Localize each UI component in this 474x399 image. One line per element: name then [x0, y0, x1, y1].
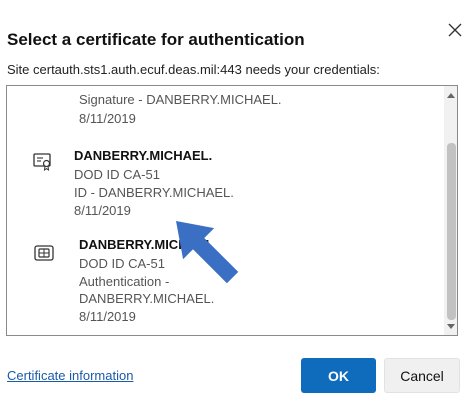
chevron-down-icon	[447, 324, 455, 329]
scrollbar[interactable]	[444, 86, 457, 335]
cert-date: 8/11/2019	[74, 203, 131, 218]
ok-button[interactable]: OK	[301, 358, 376, 393]
certificate-list[interactable]: Signature - DANBERRY.MICHAEL. 8/11/2019 …	[6, 85, 458, 336]
cert-purpose-name: DANBERRY.MICHAEL.	[79, 291, 215, 306]
scroll-down-arrow[interactable]	[444, 320, 457, 334]
cert-purpose: Authentication -	[79, 274, 170, 289]
scroll-thumb[interactable]	[447, 143, 456, 320]
close-button[interactable]	[443, 18, 467, 42]
cert-name: DANBERRY.MICHAEL	[79, 237, 214, 252]
cert-date: 8/11/2019	[79, 309, 136, 324]
certificate-information-link[interactable]: Certificate information	[7, 368, 133, 383]
close-icon	[448, 23, 462, 37]
dialog-title: Select a certificate for authentication	[7, 30, 305, 49]
cancel-button[interactable]: Cancel	[384, 358, 460, 393]
cert-issuer: DOD ID CA-51	[79, 256, 165, 271]
smart-card-icon	[34, 245, 54, 261]
scroll-up-arrow[interactable]	[444, 88, 457, 102]
cert-date: 8/11/2019	[79, 111, 136, 126]
chevron-up-icon	[447, 93, 455, 98]
certificate-dialog: Select a certificate for authentication …	[0, 0, 474, 399]
cert-issuer: DOD ID CA-51	[74, 167, 160, 182]
cert-name: DANBERRY.MICHAEL.	[74, 148, 213, 163]
cert-line: Signature - DANBERRY.MICHAEL.	[79, 92, 282, 107]
certificate-icon	[33, 153, 51, 171]
cert-purpose: ID - DANBERRY.MICHAEL.	[74, 185, 234, 200]
dialog-subtitle: Site certauth.sts1.auth.ecuf.deas.mil:44…	[7, 62, 380, 77]
